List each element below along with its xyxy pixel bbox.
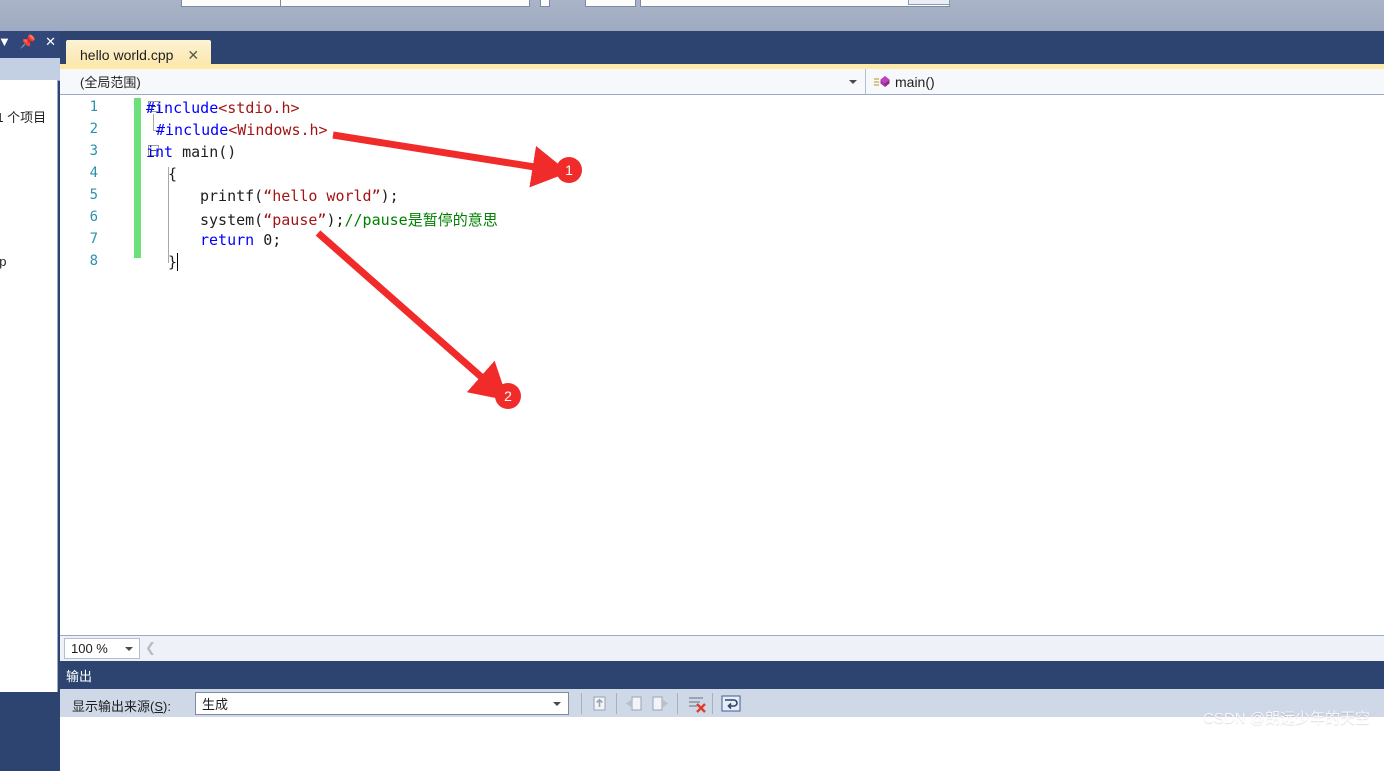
scroll-left-icon[interactable]: ❮ (145, 640, 156, 656)
code-line-4: { (168, 165, 177, 183)
token-identifier: main() (173, 143, 237, 161)
token-literal: 0; (254, 231, 282, 249)
output-pane-title: 输出 (66, 669, 93, 684)
panel-caption-bar: ▼ 📌 ✕ (0, 31, 60, 58)
token-keyword: return (200, 231, 255, 249)
line-number: 1 (89, 99, 98, 115)
output-source-label: 显示输出来源(S): (72, 696, 171, 715)
token-brace: } (168, 253, 178, 271)
token-string: “pause” (263, 211, 327, 229)
solution-item-label: (1 个项目 (0, 110, 47, 125)
toolbar-strip (0, 0, 1384, 31)
editor-status-row: 100 % ❮ (60, 635, 1384, 661)
output-source-value: 生成 (202, 697, 229, 712)
document-tab-strip: hello world.cpp ✕ (60, 31, 1384, 69)
toolbar-separator (581, 693, 582, 714)
solution-explorer-panel: ▼ 📌 ✕ (1 个项目 pp (0, 31, 60, 771)
toolbar-combo-stub[interactable] (540, 0, 550, 7)
code-line-2: #include<Windows.h> (156, 121, 328, 139)
clear-all-icon[interactable] (686, 693, 708, 714)
zoom-level-dropdown[interactable]: 100 % (64, 638, 140, 659)
document-tab-hello-world-cpp[interactable]: hello world.cpp ✕ (66, 40, 212, 69)
line-number: 4 (89, 165, 98, 181)
go-to-next-icon[interactable] (649, 693, 671, 714)
token-function: printf( (200, 187, 264, 205)
toolbar-overflow-stub[interactable] (908, 0, 950, 5)
output-source-dropdown[interactable]: 生成 (195, 692, 569, 715)
document-tab-label: hello world.cpp (80, 46, 174, 63)
output-source-label-pre: 显示输出来源( (72, 699, 155, 714)
token-preprocessor: #include (156, 121, 229, 139)
token-string: “hello world” (263, 187, 381, 205)
find-message-icon[interactable] (590, 693, 612, 714)
token-punct: ); (380, 187, 399, 205)
file-item-label: pp (0, 254, 7, 269)
toolbar-separator (677, 693, 678, 714)
member-dropdown[interactable]: main() (866, 69, 1384, 94)
code-line-3: int main() (146, 143, 236, 161)
line-number: 8 (89, 253, 98, 269)
token-keyword: int (146, 143, 174, 161)
token-header: <stdio.h> (218, 99, 300, 117)
chevron-down-icon[interactable]: ▼ (0, 35, 11, 48)
editor-region: hello world.cpp ✕ (全局范围) main() 1 2 3 4 … (60, 31, 1384, 661)
csdn-watermark: CSDN @朗远少年的天空 (1203, 710, 1370, 727)
code-line-6: system(“pause”);//pause是暂停的意思 (200, 209, 498, 230)
toggle-word-wrap-icon[interactable] (720, 693, 742, 714)
line-number: 6 (89, 209, 98, 225)
token-brace: { (168, 165, 178, 183)
output-source-label-key: S (154, 699, 164, 714)
toolbar-separator (712, 693, 713, 714)
line-number: 7 (89, 231, 98, 247)
code-line-1: #include<stdio.h> (146, 99, 300, 117)
toolbar-combo-stub[interactable] (640, 0, 950, 7)
line-number: 5 (89, 187, 98, 203)
token-function: system( (200, 211, 264, 229)
panel-toolbar[interactable] (0, 58, 60, 81)
output-pane: 输出 显示输出来源(S): 生成 CSDN @朗远少年的天空 (60, 661, 1384, 740)
horizontal-scrollbar[interactable] (158, 638, 1380, 659)
panel-footer (0, 692, 60, 771)
pin-icon[interactable]: 📌 (20, 35, 36, 48)
token-comment: //pause是暂停的意思 (344, 211, 498, 229)
visual-studio-window: ▼ 📌 ✕ (1 个项目 pp hello world.cpp ✕ (全局范围) (0, 0, 1384, 771)
token-preprocessor: #include (146, 99, 219, 117)
code-line-8: } (168, 253, 177, 271)
chevron-down-icon (125, 646, 133, 651)
toolbar-combo-stub[interactable] (585, 0, 636, 7)
text-caret (177, 253, 178, 271)
toolbar-separator (616, 693, 617, 714)
close-icon[interactable]: ✕ (45, 35, 56, 48)
token-header: <Windows.h> (228, 121, 328, 139)
scope-dropdown[interactable]: (全局范围) (60, 69, 866, 94)
annotation-badge-2: 2 (495, 383, 521, 409)
code-editor-surface[interactable]: 1 2 3 4 5 6 7 8 #include<stdio.h> #inclu… (60, 95, 1384, 635)
line-number: 3 (89, 143, 98, 159)
chevron-down-icon (849, 79, 857, 84)
code-text: 1 2 3 4 5 6 7 8 #include<stdio.h> #inclu… (60, 95, 1384, 635)
member-dropdown-value: main() (895, 73, 935, 90)
navigation-bar: (全局范围) main() (60, 69, 1384, 95)
panel-body: (1 个项目 pp (0, 80, 58, 692)
go-to-previous-icon[interactable] (624, 693, 646, 714)
annotation-badge-1: 1 (556, 157, 582, 183)
output-toolbar: 显示输出来源(S): 生成 (60, 688, 1384, 718)
code-line-7: return 0; (200, 231, 281, 249)
toolbar-combo-stub[interactable] (280, 0, 530, 7)
token-punct: ); (326, 211, 345, 229)
line-number: 2 (89, 121, 98, 137)
output-text-area[interactable] (60, 717, 1384, 740)
close-icon[interactable]: ✕ (187, 48, 199, 62)
method-icon (874, 75, 892, 89)
scope-dropdown-value: (全局范围) (80, 75, 141, 90)
output-source-label-post: ): (163, 699, 171, 714)
zoom-level-value: 100 % (71, 641, 108, 656)
chevron-down-icon (553, 701, 561, 706)
code-line-5: printf(“hello world”); (200, 187, 399, 205)
